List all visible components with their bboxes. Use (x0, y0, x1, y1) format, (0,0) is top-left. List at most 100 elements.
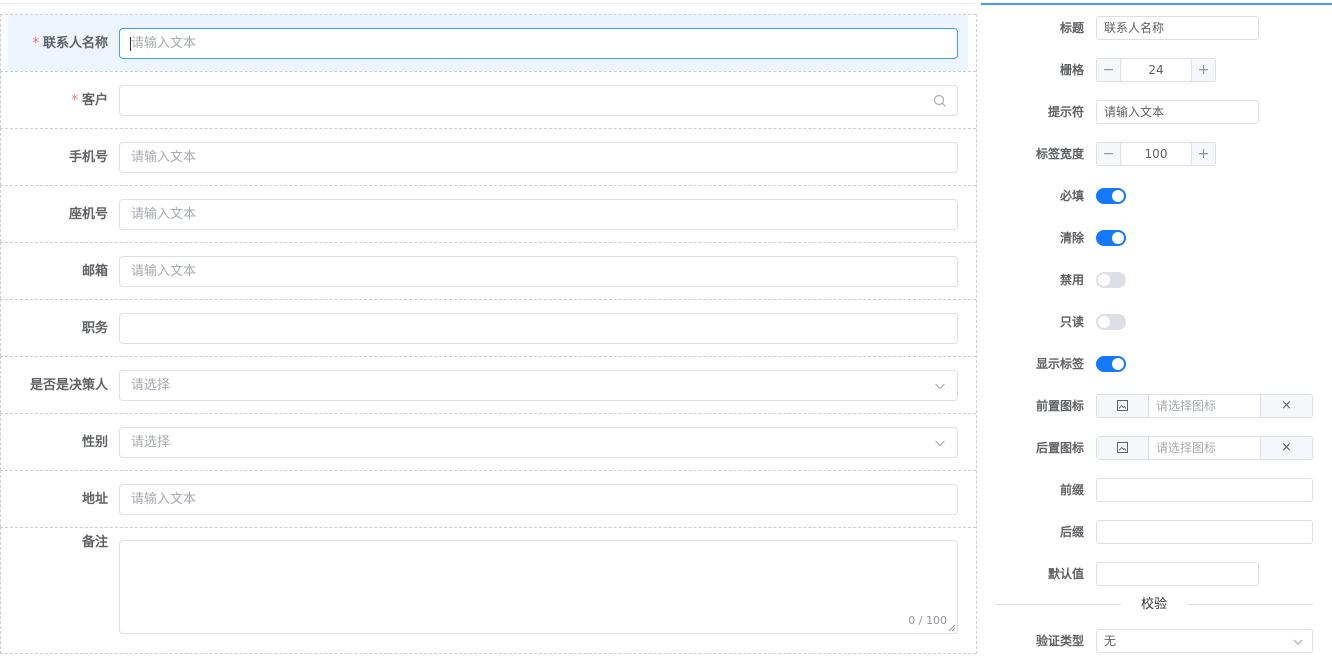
icon-placeholder: 请选择图标 (1156, 441, 1217, 455)
form-item-landline[interactable]: 座机号 请输入文本 (0, 185, 976, 242)
input-placeholder: 请输入文本 (131, 492, 197, 507)
form-label: 地址 (81, 492, 108, 507)
form-label: 职务 (81, 321, 108, 336)
prop-label: 显示标签 (1035, 357, 1084, 371)
icon-placeholder: 请选择图标 (1156, 399, 1217, 413)
form-item-mobile[interactable]: 手机号 请输入文本 (0, 128, 976, 185)
resize-handle-icon[interactable] (948, 624, 956, 632)
prop-label: 只读 (1059, 315, 1084, 329)
chevron-down-icon[interactable] (933, 379, 947, 393)
prop-label: 前缀 (1059, 483, 1084, 497)
form-label: 手机号 (68, 150, 108, 165)
prop-title: 标题 联系人名称 (981, 16, 1332, 40)
prop-suffix: 后缀 (981, 520, 1332, 544)
prop-readonly: 只读 (981, 310, 1332, 334)
form-label: 性别 (81, 435, 108, 450)
contact-name-input[interactable]: 请输入文本 (119, 28, 958, 59)
canvas-right-border (976, 14, 977, 654)
switch-knob (1112, 190, 1124, 202)
mobile-input[interactable]: 请输入文本 (119, 142, 958, 173)
input-placeholder: 请输入文本 (131, 36, 197, 51)
decision-maker-select[interactable]: 请选择 (119, 370, 958, 401)
stepper-value[interactable]: 24 (1122, 59, 1190, 81)
input-placeholder: 请输入文本 (131, 264, 197, 279)
prop-label: 提示符 (1047, 105, 1084, 119)
validation-type-select[interactable]: 无 (1096, 629, 1313, 653)
prefix-input[interactable] (1096, 478, 1313, 502)
char-counter: 0 / 100 (908, 614, 947, 627)
form-label: 邮箱 (81, 264, 108, 279)
decrement-button[interactable]: − (1097, 143, 1121, 165)
prop-show-label: 显示标签 (981, 352, 1332, 376)
placeholder-input[interactable]: 请输入文本 (1096, 100, 1259, 124)
prop-disabled: 禁用 (981, 268, 1332, 292)
gender-select[interactable]: 请选择 (119, 427, 958, 458)
clear-icon[interactable]: × (1260, 437, 1312, 459)
switch-knob (1112, 358, 1124, 370)
form-label: 是否是决策人 (29, 378, 108, 393)
property-panel: 标题 联系人名称 栅格 − 24 + 提示符 请输入文本 标签宽度 − 100 … (981, 0, 1332, 667)
suffix-input[interactable] (1096, 520, 1313, 544)
title-input[interactable]: 联系人名称 (1096, 16, 1259, 40)
icon-preview[interactable] (1097, 437, 1149, 459)
form-item-email[interactable]: 邮箱 请输入文本 (0, 242, 976, 299)
form-item-position[interactable]: 职务 (0, 299, 976, 356)
suffix-icon-picker[interactable]: 请选择图标 × (1096, 436, 1313, 460)
decrement-button[interactable]: − (1097, 59, 1121, 81)
show-label-switch[interactable] (1096, 356, 1126, 372)
input-placeholder: 请输入文本 (131, 150, 197, 165)
canvas-top-border (0, 3, 978, 4)
prop-suffix-icon: 后置图标 请选择图标 × (981, 436, 1332, 460)
form-item-remark[interactable]: 备注 0 / 100 (0, 527, 976, 654)
form-item-contact-name[interactable]: * 联系人名称 请输入文本 (0, 14, 976, 71)
grid-stepper[interactable]: − 24 + (1096, 58, 1216, 82)
prop-label: 栅格 (1059, 63, 1084, 77)
label-text: 联系人名称 (42, 36, 108, 51)
disabled-switch[interactable] (1096, 272, 1126, 288)
clearable-switch[interactable] (1096, 230, 1126, 246)
prop-label: 禁用 (1059, 273, 1084, 287)
position-input[interactable] (119, 313, 958, 344)
icon-preview[interactable] (1097, 395, 1149, 417)
prop-label: 后缀 (1059, 525, 1084, 539)
label-text: 客户 (81, 93, 108, 108)
clear-icon[interactable]: × (1260, 395, 1312, 417)
prop-prefix: 前缀 (981, 478, 1332, 502)
prop-label: 验证类型 (1035, 634, 1084, 648)
email-input[interactable]: 请输入文本 (119, 256, 958, 287)
prop-default-value: 默认值 (981, 562, 1332, 586)
image-icon (1117, 400, 1128, 411)
prop-grid: 栅格 − 24 + (981, 58, 1332, 82)
prop-label: 前置图标 (1035, 399, 1084, 413)
customer-search-input[interactable] (119, 85, 958, 116)
label-width-stepper[interactable]: − 100 + (1096, 142, 1216, 166)
stepper-value[interactable]: 100 (1122, 143, 1190, 165)
form-canvas: * 联系人名称 请输入文本 * 客户 手机号 请输入文本 座机号 请输入文本 邮… (0, 0, 978, 667)
prop-label: 后置图标 (1035, 441, 1084, 455)
increment-button[interactable]: + (1191, 143, 1215, 165)
switch-knob (1098, 316, 1110, 328)
chevron-down-icon[interactable] (1292, 636, 1304, 648)
address-input[interactable]: 请输入文本 (119, 484, 958, 515)
form-item-decision-maker[interactable]: 是否是决策人 请选择 (0, 356, 976, 413)
form-label: 备注 (81, 535, 108, 550)
landline-input[interactable]: 请输入文本 (119, 199, 958, 230)
chevron-down-icon[interactable] (933, 436, 947, 450)
search-icon[interactable] (933, 94, 947, 108)
form-item-customer[interactable]: * 客户 (0, 71, 976, 128)
form-item-gender[interactable]: 性别 请选择 (0, 413, 976, 470)
form-item-address[interactable]: 地址 请输入文本 (0, 470, 976, 527)
form-label: 座机号 (68, 207, 108, 222)
required-switch[interactable] (1096, 188, 1126, 204)
increment-button[interactable]: + (1191, 59, 1215, 81)
prop-label: 必填 (1059, 189, 1084, 203)
prefix-icon-picker[interactable]: 请选择图标 × (1096, 394, 1313, 418)
prop-placeholder: 提示符 请输入文本 (981, 100, 1332, 124)
default-value-input[interactable] (1096, 562, 1259, 586)
panel-active-tab-indicator (981, 3, 1332, 5)
remark-textarea[interactable]: 0 / 100 (119, 540, 958, 634)
required-mark: * (32, 36, 39, 51)
readonly-switch[interactable] (1096, 314, 1126, 330)
validation-divider-title: 校验 (1121, 597, 1187, 613)
select-value: 无 (1104, 634, 1117, 648)
